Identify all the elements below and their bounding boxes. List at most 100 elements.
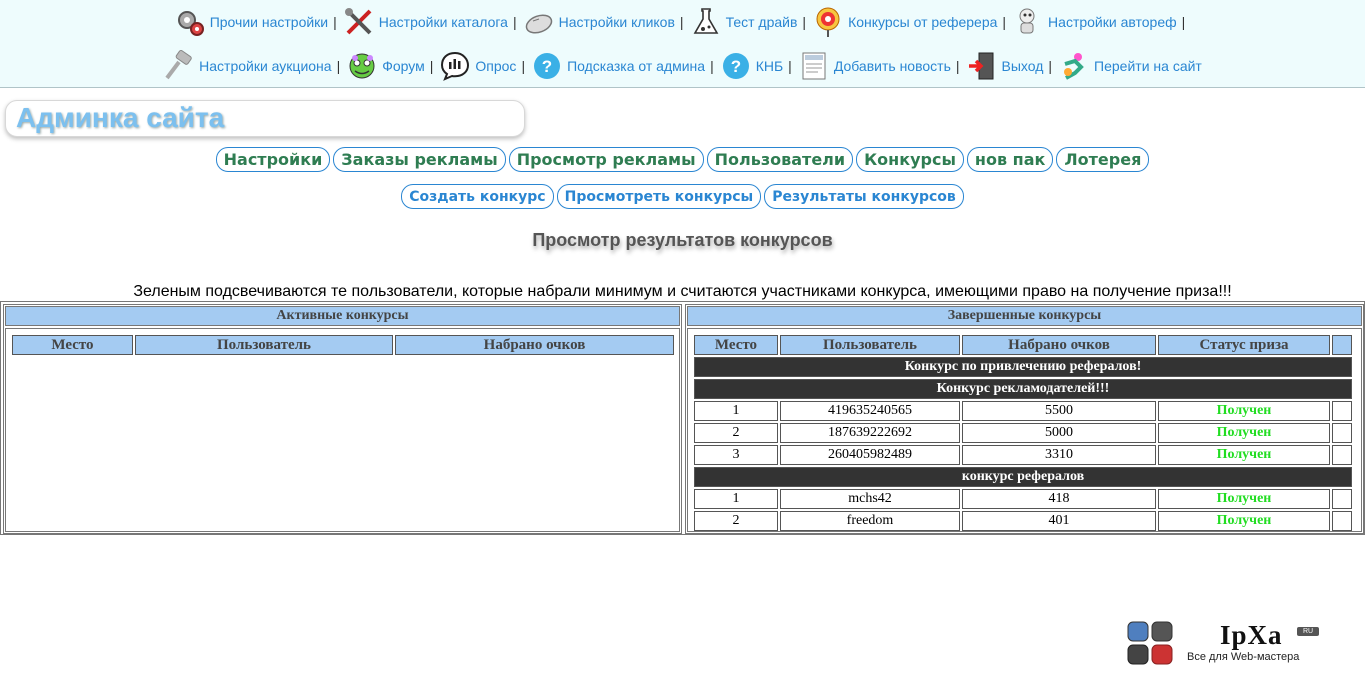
cell-user: 419635240565 (780, 401, 960, 421)
nav-row2-link-4[interactable]: КНБ (756, 58, 783, 74)
nav-row2-item-5[interactable]: Добавить новость (798, 50, 951, 82)
submenu-create-contest[interactable]: Создать конкурс (401, 184, 554, 209)
cell-points: 401 (962, 511, 1156, 531)
menu-ad-view[interactable]: Просмотр рекламы (508, 147, 704, 172)
nav-row2-link-6[interactable]: Выход (1002, 58, 1044, 74)
nav-separator: | (512, 14, 517, 30)
cell-place: 2 (694, 423, 778, 443)
nav-row2-link-5[interactable]: Добавить новость (834, 58, 951, 74)
active-contests-body: Место Пользователь Набрано очков (5, 328, 680, 532)
nav-row2-link-7[interactable]: Перейти на сайт (1094, 58, 1202, 74)
nav-row2-link-0[interactable]: Настройки аукциона (199, 58, 331, 74)
cell-points: 5500 (962, 401, 1156, 421)
col-extra (1332, 335, 1352, 355)
finished-contests-table: Место Пользователь Набрано очков Статус … (692, 333, 1354, 533)
nav-row1-link-2[interactable]: Настройки кликов (559, 14, 675, 30)
cell-place: 2 (694, 511, 778, 531)
nav-row2-item-6[interactable]: Выход (966, 50, 1044, 82)
logo-name: IpXa (1220, 620, 1283, 650)
contest-group-name: Конкурс по привлечению рефералов! (694, 357, 1352, 377)
nav-row1-item-0[interactable]: Прочии настройки (174, 6, 328, 38)
menu-contests[interactable]: Конкурсы (856, 147, 964, 172)
nav-row2-item-3[interactable]: ? Подсказка от админа (531, 50, 705, 82)
nav-row2-link-3[interactable]: Подсказка от админа (567, 58, 705, 74)
active-contests-table: Место Пользователь Набрано очков (10, 333, 676, 357)
cell-extra (1332, 445, 1352, 465)
help-icon: ? (534, 53, 561, 79)
nav-row1-link-3[interactable]: Тест драйв (726, 14, 798, 30)
col-user: Пользователь (780, 335, 960, 355)
cell-user: mchs42 (780, 489, 960, 509)
cell-place: 1 (694, 489, 778, 509)
main-menu: Настройки Заказы рекламы Просмотр реклам… (0, 147, 1365, 172)
gavel-icon (165, 50, 192, 80)
finished-contests-body: Место Пользователь Набрано очков Статус … (687, 328, 1362, 532)
help-icon: ? (722, 53, 749, 79)
nav-row2-item-7[interactable]: Перейти на сайт (1058, 50, 1202, 82)
site-title: Админка сайта (16, 102, 225, 133)
nav-row1-link-5[interactable]: Настройки автореф (1048, 14, 1177, 30)
cell-points: 5000 (962, 423, 1156, 443)
logo-badge: RU (1297, 627, 1319, 636)
nav-row1-item-1[interactable]: Настройки каталога (343, 6, 508, 38)
cell-user: freedom (780, 511, 960, 531)
logo-tagline: Все для Web-мастера (1187, 651, 1300, 663)
results-container: Активные конкурсы Место Пользователь Наб… (0, 301, 1365, 535)
robot-icon (1019, 8, 1035, 34)
submenu-contest-results[interactable]: Результаты конкурсов (764, 184, 964, 209)
nav-separator: | (1181, 14, 1186, 30)
table-row: 3 260405982489 3310 Получен (694, 445, 1352, 465)
nav-row2-item-2[interactable]: Опрос (439, 50, 516, 82)
nav-row2-item-1[interactable]: Форум (346, 50, 425, 82)
svg-text:?: ? (731, 57, 741, 76)
nav-row1-item-3[interactable]: Тест драйв (690, 6, 798, 38)
cell-prize-status: Получен (1158, 511, 1330, 531)
nav-separator: | (521, 58, 526, 74)
cell-prize-status: Получен (1158, 489, 1330, 509)
nav-row-2: Настройки аукциона | Форум | Опрос |? Подсказк… (0, 48, 1365, 84)
col-place: Место (12, 335, 133, 355)
nav-row2-item-0[interactable]: Настройки аукциона (163, 50, 332, 82)
col-prize-status: Статус приза (1158, 335, 1330, 355)
news-icon (802, 52, 826, 80)
nav-row1-item-2[interactable]: Настройки кликов (523, 6, 675, 38)
nav-row1-link-4[interactable]: Конкурсы от реферера (848, 14, 997, 30)
nav-separator: | (336, 58, 341, 74)
nav-row-1: Прочии настройки | Настройки каталога | Наст… (0, 4, 1365, 40)
contest-group-name: конкурс рефералов (694, 467, 1352, 487)
menu-new-pack[interactable]: нов пак (966, 147, 1054, 172)
menu-lottery[interactable]: Лотерея (1056, 147, 1150, 172)
menu-settings[interactable]: Настройки (215, 147, 331, 172)
nav-row1-item-4[interactable]: Конкурсы от реферера (812, 6, 997, 38)
nav-row1-link-1[interactable]: Настройки каталога (379, 14, 508, 30)
nav-row1-item-5[interactable]: Настройки автореф (1012, 6, 1177, 38)
runner-icon (1064, 53, 1084, 80)
cell-extra (1332, 511, 1352, 531)
submenu-view-contests[interactable]: Просмотреть конкурсы (556, 184, 762, 209)
table-row: 2 187639222692 5000 Получен (694, 423, 1352, 443)
cell-place: 1 (694, 401, 778, 421)
cell-extra (1332, 489, 1352, 509)
table-row: 1 mchs42 418 Получен (694, 489, 1352, 509)
gears-icon (177, 11, 204, 36)
ipxa-logo[interactable]: IpXa RU Все для Web-мастера (1127, 620, 1327, 666)
active-contests-panel: Активные конкурсы Место Пользователь Наб… (3, 304, 682, 534)
nav-row2-link-2[interactable]: Опрос (475, 58, 516, 74)
nav-separator: | (1048, 58, 1053, 74)
exit-icon (968, 52, 994, 80)
nav-row2-link-1[interactable]: Форум (382, 58, 425, 74)
menu-ad-orders[interactable]: Заказы рекламы (333, 147, 506, 172)
nav-row2-item-4[interactable]: ? КНБ (720, 50, 783, 82)
nav-separator: | (1002, 14, 1007, 30)
nav-separator: | (710, 58, 714, 74)
tools-icon (344, 8, 372, 35)
mouse-icon (525, 14, 552, 34)
table-row: 2 freedom 401 Получен (694, 511, 1352, 531)
site-title-box: Админка сайта (5, 100, 525, 137)
flask-icon (693, 8, 718, 34)
col-user: Пользователь (135, 335, 393, 355)
nav-row1-link-0[interactable]: Прочии настройки (210, 14, 328, 30)
col-points: Набрано очков (962, 335, 1156, 355)
menu-users[interactable]: Пользователи (706, 147, 854, 172)
nav-separator: | (333, 14, 337, 30)
